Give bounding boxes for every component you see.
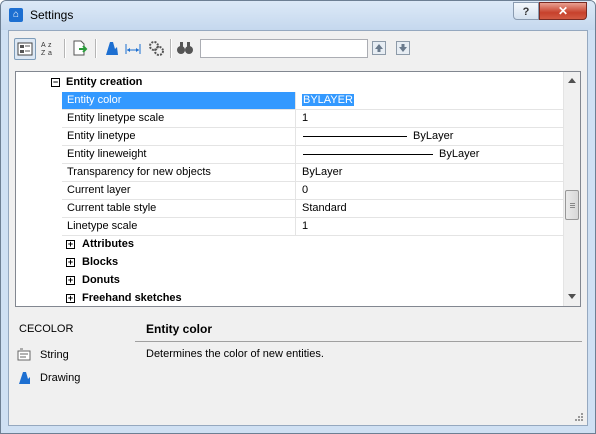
drawing-settings-icon — [106, 42, 118, 55]
property-name[interactable]: Current table style — [62, 200, 296, 218]
property-value[interactable]: Standard — [296, 200, 563, 218]
drawing-settings-button[interactable] — [101, 38, 123, 60]
property-value[interactable]: ByLayer — [296, 128, 563, 146]
subcategory-row[interactable]: + Blocks — [16, 254, 563, 272]
dialog-body: AzZa − Entity creation Entity color BYLA… — [8, 30, 588, 426]
svg-text:A: A — [41, 42, 46, 49]
property-name[interactable]: Linetype scale — [62, 218, 296, 236]
property-value[interactable]: 0 — [296, 182, 563, 200]
binoculars-search-icon — [177, 42, 193, 54]
export-button[interactable] — [69, 38, 91, 60]
property-name[interactable]: Current layer — [62, 182, 296, 200]
property-name[interactable]: Transparency for new objects — [62, 164, 296, 182]
alphabetic-sort-button[interactable]: AzZa — [38, 38, 60, 60]
variable-name: CECOLOR — [19, 323, 74, 335]
search-input[interactable] — [200, 39, 368, 58]
gear-settings-button[interactable] — [146, 38, 168, 60]
property-row[interactable]: Entity linetype scale 1 — [16, 110, 563, 128]
property-name[interactable]: Entity lineweight — [62, 146, 296, 164]
settings-window: ⌂ Settings ? ✕ AzZa − Entity creation En… — [0, 0, 596, 434]
property-value-text: BYLAYER — [302, 94, 354, 106]
string-type-icon — [17, 348, 31, 361]
expand-toggle[interactable]: + — [66, 258, 75, 267]
property-name[interactable]: Entity linetype — [62, 128, 296, 146]
gear-settings-icon — [149, 41, 164, 56]
subcategory-label: Attributes — [82, 238, 134, 250]
property-value[interactable]: ByLayer — [296, 146, 563, 164]
find-previous-button[interactable] — [372, 41, 386, 55]
app-icon: ⌂ — [9, 8, 23, 22]
scope-label: Drawing — [40, 372, 81, 384]
property-name[interactable]: Entity color — [62, 92, 296, 110]
categorized-view-button[interactable] — [14, 38, 36, 60]
categorized-view-icon — [17, 42, 33, 56]
subcategory-label: Freehand sketches — [82, 292, 182, 304]
find-button[interactable] — [175, 38, 197, 60]
alphabetic-sort-icon: AzZ a — [41, 42, 52, 57]
arrow-up-icon — [375, 44, 383, 52]
scroll-up-arrow[interactable] — [568, 78, 576, 83]
property-row[interactable]: Entity lineweight ByLayer — [16, 146, 563, 164]
property-value-text: 0 — [302, 184, 309, 196]
collapse-toggle[interactable]: − — [51, 78, 60, 87]
property-value[interactable]: 1 — [296, 110, 563, 128]
svg-text:Z: Z — [41, 50, 46, 57]
info-panel: CECOLOR String Drawing Entity color Dete… — [9, 311, 587, 425]
dimension-button[interactable] — [123, 38, 145, 60]
property-value-text: Standard — [302, 202, 347, 214]
property-value-text: ByLayer — [302, 166, 343, 178]
subcategory-row[interactable]: + Donuts — [16, 272, 563, 290]
subcategory-row[interactable]: + Attributes — [16, 236, 563, 254]
resize-grip-icon[interactable] — [575, 413, 583, 421]
scroll-down-arrow[interactable] — [568, 294, 576, 299]
property-value[interactable]: ByLayer — [296, 164, 563, 182]
description-title: Entity color — [146, 322, 213, 336]
title-bar[interactable]: ⌂ Settings ? ✕ — [1, 1, 595, 30]
svg-text:a: a — [48, 50, 52, 57]
property-row[interactable]: Current layer 0 — [16, 182, 563, 200]
dimension-icon — [125, 44, 141, 54]
svg-text:z: z — [48, 42, 52, 49]
property-row[interactable]: Entity color BYLAYER — [16, 92, 563, 110]
linetype-preview — [303, 136, 407, 137]
category-entity-creation[interactable]: − Entity creation — [16, 74, 563, 92]
property-value-text: ByLayer — [439, 148, 480, 160]
drawing-scope-icon — [19, 372, 30, 384]
expand-toggle[interactable]: + — [66, 240, 75, 249]
export-icon — [73, 40, 88, 56]
expand-toggle[interactable]: + — [66, 294, 75, 303]
subcategory-label: Blocks — [82, 256, 119, 268]
expand-toggle[interactable]: + — [66, 276, 75, 285]
property-value-text: ByLayer — [413, 130, 454, 142]
property-row[interactable]: Transparency for new objects ByLayer — [16, 164, 563, 182]
help-button[interactable]: ? — [513, 2, 539, 20]
property-grid: − Entity creation Entity color BYLAYER Ent… — [15, 71, 581, 307]
category-label: Entity creation — [66, 76, 143, 88]
lineweight-preview — [303, 154, 433, 155]
property-value-text: 1 — [302, 220, 309, 232]
description-divider — [135, 341, 582, 342]
subcategory-label: Donuts — [82, 274, 120, 286]
find-next-button[interactable] — [396, 41, 410, 55]
window-title: Settings — [30, 8, 74, 22]
vertical-scrollbar[interactable] — [563, 72, 580, 306]
type-label: String — [40, 349, 69, 361]
property-row[interactable]: Linetype scale 1 — [16, 218, 563, 236]
property-row[interactable]: Current table style Standard — [16, 200, 563, 218]
description-text: Determines the color of new entities. — [146, 348, 324, 360]
property-value[interactable]: 1 — [296, 218, 563, 236]
scroll-thumb[interactable] — [565, 190, 579, 220]
property-name[interactable]: Entity linetype scale — [62, 110, 296, 128]
property-row[interactable]: Entity linetype ByLayer — [16, 128, 563, 146]
property-value-text: 1 — [302, 112, 309, 124]
property-value[interactable]: BYLAYER — [296, 92, 563, 110]
arrow-down-icon — [399, 44, 407, 52]
toolbar: AzZa — [9, 31, 587, 65]
subcategory-row[interactable]: + Freehand sketches — [16, 290, 563, 306]
close-button[interactable]: ✕ — [539, 2, 587, 20]
